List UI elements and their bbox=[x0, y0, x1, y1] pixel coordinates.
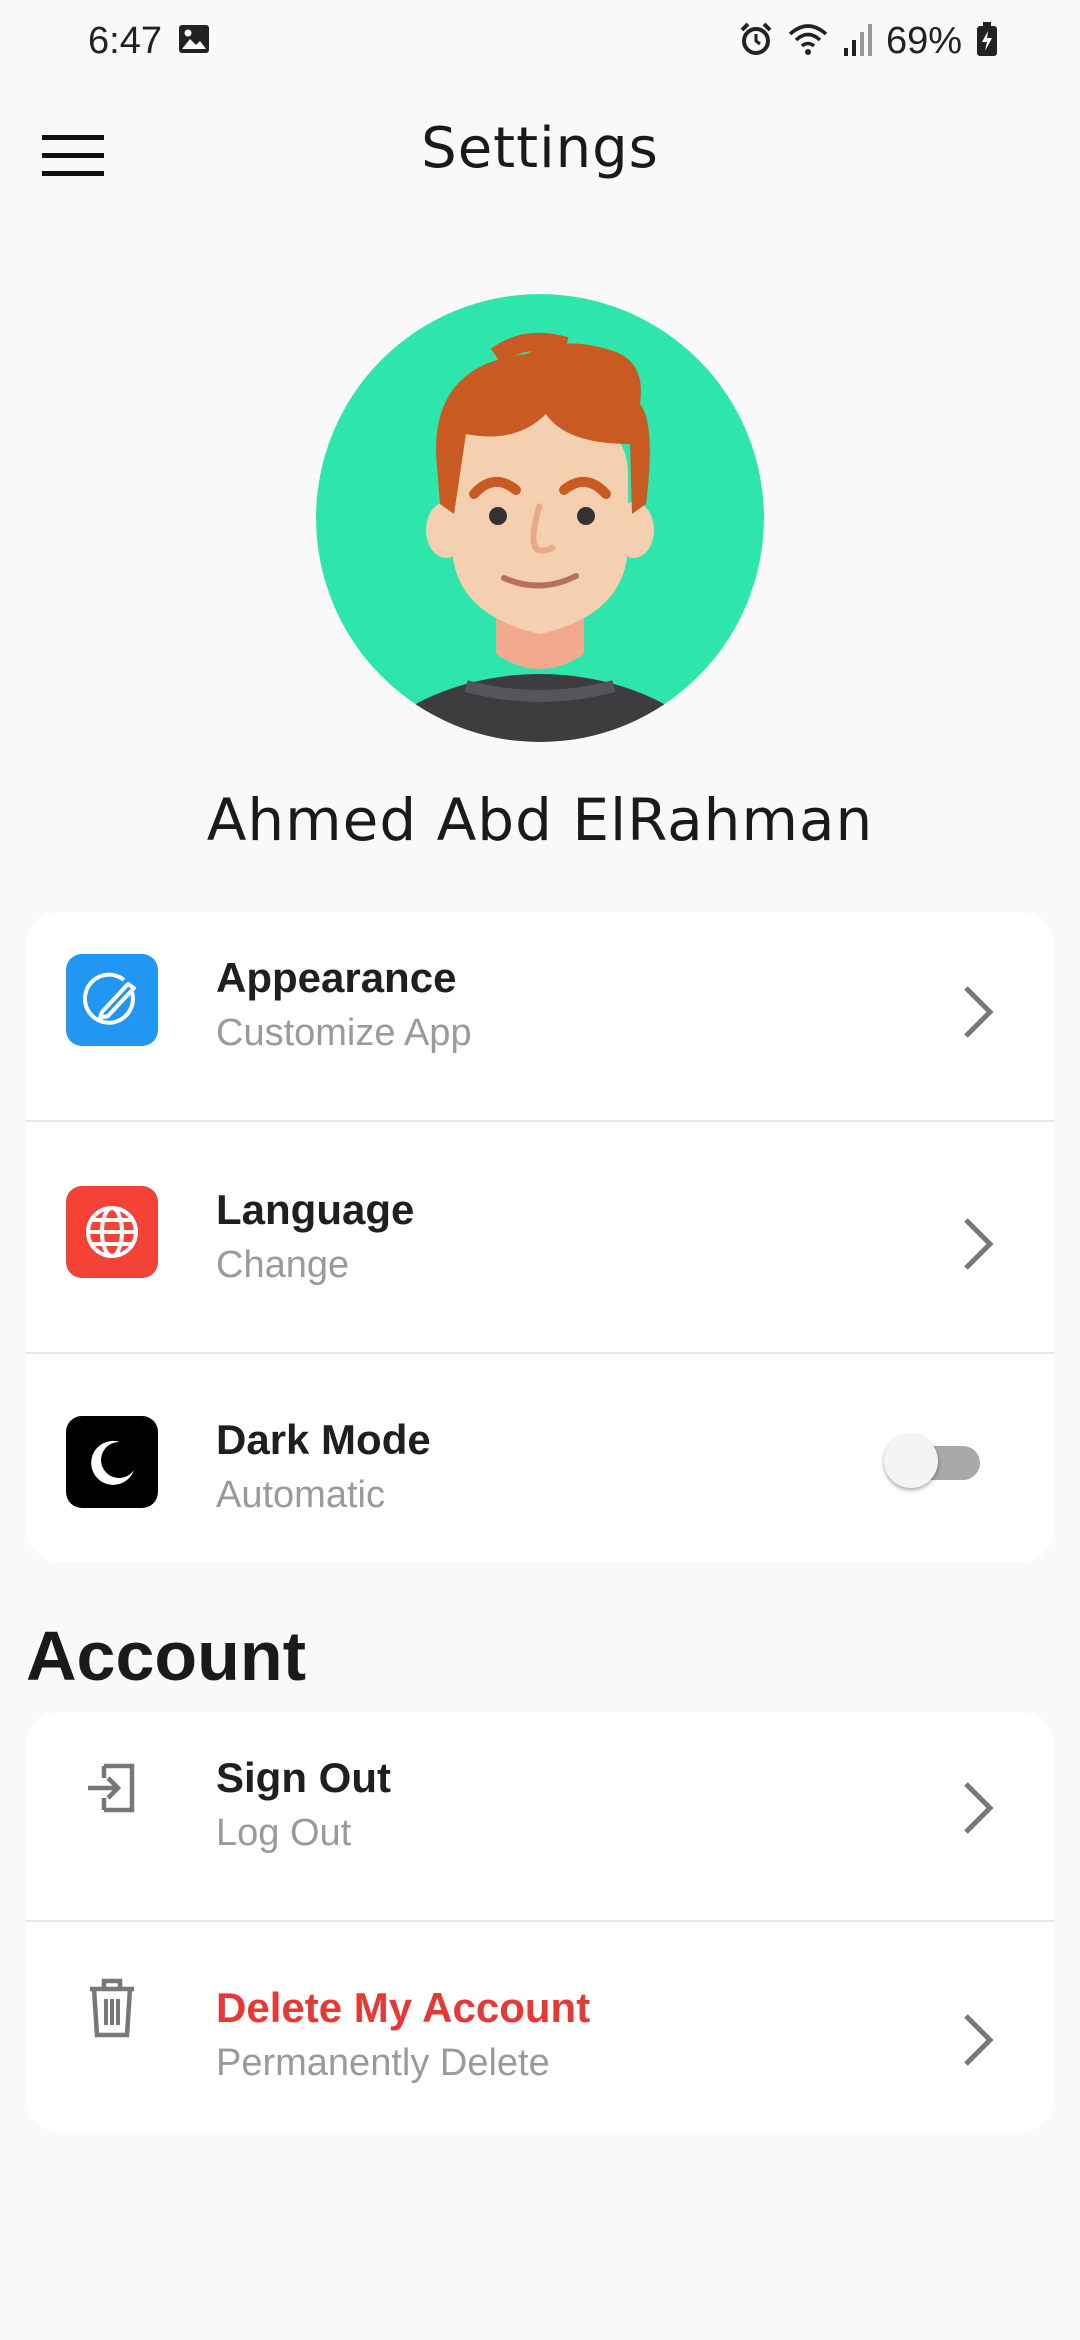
battery-charging-icon bbox=[976, 22, 998, 61]
chevron-right-icon bbox=[958, 1216, 998, 1272]
delete-account-row[interactable]: Delete My Account Permanently Delete bbox=[26, 1922, 1054, 2132]
wifi-icon bbox=[788, 22, 828, 61]
preferences-card: Appearance Customize App Language Change… bbox=[26, 912, 1054, 1562]
toggle-thumb bbox=[884, 1434, 938, 1488]
chevron-right-icon bbox=[958, 984, 998, 1040]
sign-out-title: Sign Out bbox=[216, 1754, 391, 1801]
dark-mode-toggle[interactable] bbox=[884, 1434, 980, 1488]
edit-circle-icon bbox=[66, 954, 158, 1046]
globe-icon bbox=[66, 1186, 158, 1278]
delete-account-title: Delete My Account bbox=[216, 1984, 591, 2031]
appearance-row[interactable]: Appearance Customize App bbox=[26, 912, 1054, 1120]
sign-out-row[interactable]: Sign Out Log Out bbox=[26, 1712, 1054, 1920]
appearance-title: Appearance bbox=[216, 954, 457, 1001]
dark-mode-title: Dark Mode bbox=[216, 1416, 431, 1463]
language-row[interactable]: Language Change bbox=[26, 1122, 1054, 1352]
image-icon bbox=[178, 24, 210, 59]
language-subtitle: Change bbox=[216, 1244, 350, 1286]
avatar[interactable] bbox=[316, 294, 764, 742]
profile-name: Ahmed Abd ElRahman bbox=[206, 786, 874, 854]
page-title: Settings bbox=[421, 116, 659, 181]
delete-account-subtitle: Permanently Delete bbox=[216, 2042, 550, 2084]
chevron-right-icon bbox=[958, 1780, 998, 1836]
chevron-right-icon bbox=[958, 2012, 998, 2068]
moon-icon bbox=[66, 1416, 158, 1508]
language-title: Language bbox=[216, 1186, 415, 1233]
sign-out-icon bbox=[66, 1742, 158, 1834]
account-heading: Account bbox=[26, 1617, 306, 1695]
dark-mode-subtitle: Automatic bbox=[216, 1474, 385, 1516]
battery-percent: 69% bbox=[885, 20, 962, 62]
status-bar: 6:47 69% bbox=[0, 0, 1080, 86]
status-icons: 69% bbox=[738, 20, 998, 63]
status-time: 6:47 bbox=[88, 20, 162, 62]
trash-icon bbox=[66, 1962, 158, 2054]
sign-out-subtitle: Log Out bbox=[216, 1812, 352, 1854]
appearance-subtitle: Customize App bbox=[216, 1012, 472, 1054]
signal-icon bbox=[842, 22, 872, 61]
alarm-icon bbox=[738, 21, 774, 62]
account-card: Sign Out Log Out Delete My Account Perma… bbox=[26, 1712, 1054, 2132]
dark-mode-row: Dark Mode Automatic bbox=[26, 1354, 1054, 1562]
